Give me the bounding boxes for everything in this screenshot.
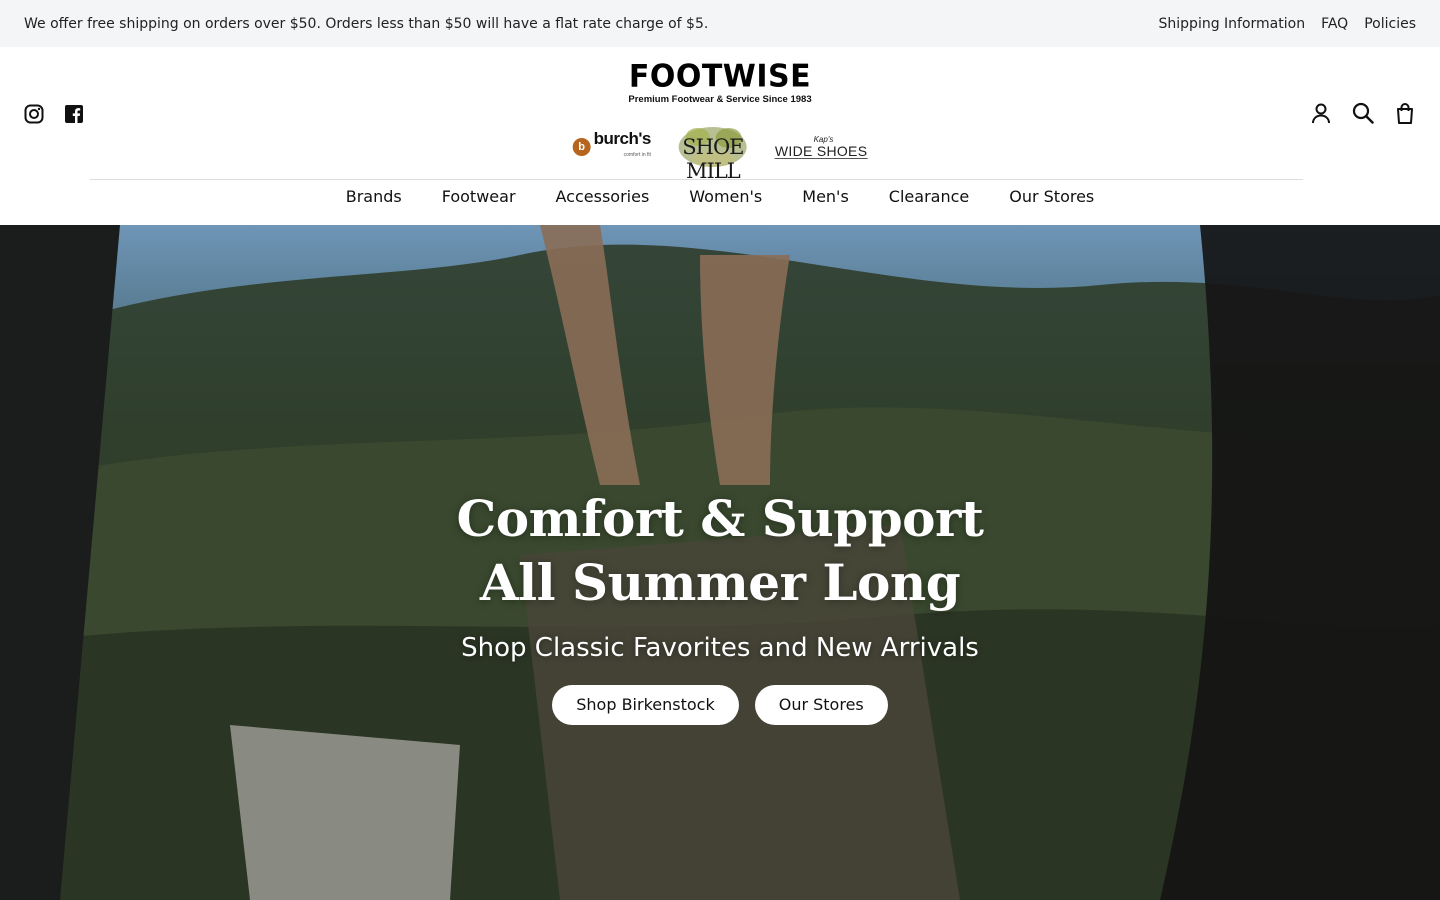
instagram-icon[interactable]	[24, 104, 44, 124]
our-stores-button[interactable]: Our Stores	[754, 685, 888, 725]
facebook-icon[interactable]	[64, 104, 84, 124]
footwise-logo[interactable]: FOOTWISE Premium Footwear & Service Sinc…	[590, 58, 850, 105]
logo-wordmark: FOOTWISE	[628, 58, 812, 95]
wide-shoes-wordmark: WIDE SHOES	[774, 143, 868, 159]
nav-item-accessories[interactable]: Accessories	[536, 188, 670, 206]
wide-shoes-logo[interactable]: Kap's WIDE SHOES	[774, 135, 868, 159]
nav-item-mens[interactable]: Men's	[782, 188, 869, 206]
faq-link[interactable]: FAQ	[1321, 16, 1348, 32]
burchs-logo[interactable]: b burch's comfort in fit	[572, 129, 652, 163]
header-divider	[90, 179, 1303, 180]
shop-birkenstock-button[interactable]: Shop Birkenstock	[552, 685, 739, 725]
sister-brand-logos: b burch's comfort in fit SHOE MILL Kap's…	[572, 123, 868, 183]
hero-banner: Comfort & Support All Summer Long Shop C…	[0, 225, 1440, 900]
hero-title: Comfort & Support All Summer Long	[456, 489, 984, 612]
burchs-tagline: comfort in fit	[623, 152, 651, 158]
announcement-text: We offer free shipping on orders over $5…	[24, 15, 709, 32]
nav-item-womens[interactable]: Women's	[669, 188, 782, 206]
logo-tagline: Premium Footwear & Service Since 1983	[628, 94, 812, 105]
account-icon[interactable]	[1310, 102, 1332, 124]
site-header: FOOTWISE Premium Footwear & Service Sinc…	[0, 47, 1440, 225]
nav-item-our-stores[interactable]: Our Stores	[989, 188, 1114, 206]
shipping-information-link[interactable]: Shipping Information	[1159, 16, 1306, 32]
hero-buttons: Shop Birkenstock Our Stores	[0, 685, 1440, 725]
nav-item-clearance[interactable]: Clearance	[869, 188, 989, 206]
nav-item-footwear[interactable]: Footwear	[422, 188, 536, 206]
hero-subtitle: Shop Classic Favorites and New Arrivals	[461, 633, 979, 663]
announcement-links: Shipping Information FAQ Policies	[1159, 16, 1416, 32]
nav-item-brands[interactable]: Brands	[326, 188, 422, 206]
hero-content: Comfort & Support All Summer Long Shop C…	[0, 487, 1440, 725]
policies-link[interactable]: Policies	[1364, 16, 1416, 32]
burchs-mark-icon: b	[572, 138, 591, 156]
burchs-wordmark: burch's	[593, 129, 652, 148]
main-nav: Brands Footwear Accessories Women's Men'…	[0, 188, 1440, 206]
header-utilities	[1310, 102, 1416, 124]
social-links	[24, 104, 84, 124]
announcement-bar: We offer free shipping on orders over $5…	[0, 0, 1440, 47]
shoe-mill-wordmark: SHOE MILL	[682, 135, 744, 183]
shoe-mill-logo[interactable]: SHOE MILL	[673, 123, 753, 183]
cart-icon[interactable]	[1394, 102, 1416, 124]
search-icon[interactable]	[1352, 102, 1374, 124]
